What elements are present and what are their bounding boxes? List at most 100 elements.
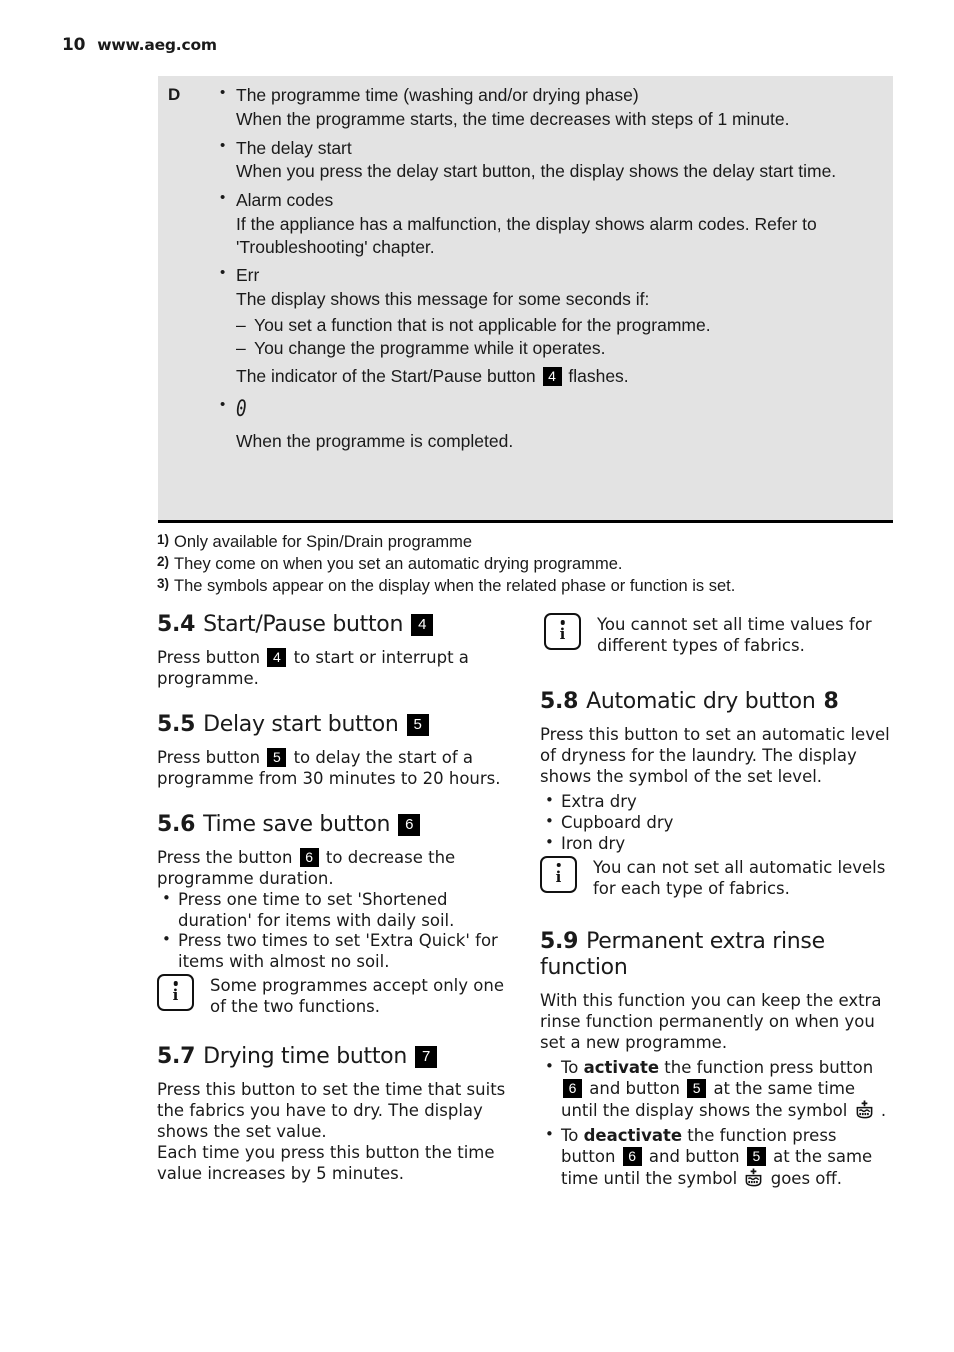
footnote-marker: 1) bbox=[157, 532, 170, 547]
list-item: Press one time to set 'Shortened duratio… bbox=[157, 889, 512, 932]
footnote-text: They come on when you set an automatic d… bbox=[174, 555, 623, 574]
section-5-9: 5.9 Permanent extra rinse function With t… bbox=[540, 929, 895, 1189]
section-body: With this function you can keep the extr… bbox=[540, 991, 882, 1053]
t5: goes off. bbox=[765, 1169, 842, 1189]
page-number: 10 bbox=[62, 35, 86, 55]
section-title: Delay start button bbox=[203, 711, 399, 737]
section-5-8: 5.8 Automatic dry button 8 Press this butt… bbox=[540, 689, 895, 900]
section-button-number: 8 bbox=[823, 688, 839, 714]
start-pause-indicator-line: The indicator of the Start/Pause button … bbox=[216, 365, 875, 388]
t2: the function press button bbox=[659, 1058, 874, 1078]
list-item-dash: You set a function that is not applicabl… bbox=[216, 314, 875, 337]
t5: . bbox=[875, 1101, 887, 1121]
section-number: 5.4 bbox=[157, 612, 196, 637]
body-before: Press the button bbox=[157, 847, 298, 867]
info-note-text: Some programmes accept only one of the t… bbox=[210, 976, 504, 1017]
footnote-text: Only available for Spin/Drain programme bbox=[174, 533, 473, 551]
footnote-text: The symbols appear on the display when t… bbox=[174, 577, 736, 596]
list-item: Cupboard dry bbox=[540, 812, 895, 834]
section-number: 5.7 bbox=[157, 1044, 196, 1070]
section-title: Time save button bbox=[203, 811, 391, 837]
t3: and button bbox=[643, 1147, 745, 1167]
info-icon-stem: i bbox=[172, 986, 179, 1005]
legend-row-letter: D bbox=[168, 85, 181, 104]
section-5-4: 5.4 Start/Pause button 4 Press button 4 to… bbox=[157, 612, 512, 690]
section-title: Drying time button bbox=[203, 1044, 407, 1070]
t1: To bbox=[561, 1126, 584, 1146]
list-item-activate: To activate the function press button 6 … bbox=[540, 1057, 895, 1122]
legend-item-list: The programme time (washing and/or dryin… bbox=[216, 83, 875, 455]
list-item: The delay start bbox=[216, 136, 875, 160]
list-item: Iron dry bbox=[540, 833, 895, 855]
list-item: Extra dry bbox=[540, 791, 895, 813]
heading-5-5: 5.5 Delay start button 5 bbox=[157, 712, 512, 738]
body-before: Press button bbox=[157, 747, 266, 767]
section-body: Press this button to set an automatic le… bbox=[540, 724, 890, 786]
display-legend-box: D The programme time (washing and/or dry… bbox=[158, 76, 893, 523]
info-icon: i bbox=[540, 855, 577, 893]
section-number: 5.5 bbox=[157, 711, 196, 737]
section-number: 5.8 bbox=[540, 688, 579, 714]
list-item-lcd-zero: 0 bbox=[216, 395, 875, 425]
page-header: 10 www.aeg.com bbox=[62, 35, 217, 55]
list-item-continuation: When you press the delay start button, t… bbox=[236, 161, 837, 182]
section-5-6: 5.6 Time save button 6 Press the button 6 … bbox=[157, 812, 512, 1019]
section-body: Press the button 6 to decrease the progr… bbox=[157, 847, 512, 890]
text-before-badge: The indicator of the Start/Pause button bbox=[236, 366, 541, 387]
button-badge-6: 6 bbox=[563, 1079, 582, 1099]
footnote-2: 2) They come on when you set an automati… bbox=[157, 553, 897, 575]
section-title-line2: function bbox=[540, 955, 628, 981]
list-item: Alarm codes bbox=[216, 188, 875, 212]
section-bullets: To activate the function press button 6 … bbox=[540, 1057, 895, 1190]
extra-rinse-symbol-icon bbox=[856, 1100, 872, 1119]
info-note-top: i You cannot set all time values for dif… bbox=[544, 612, 895, 657]
text-after-badge: flashes. bbox=[563, 366, 629, 387]
section-body: Press this button to set the time that s… bbox=[157, 1080, 506, 1142]
info-icon-stem: i bbox=[559, 625, 566, 643]
button-badge-4: 4 bbox=[267, 647, 287, 667]
info-note-text: You cannot set all time values for diffe… bbox=[597, 615, 872, 655]
heading-5-9: 5.9 Permanent extra rinse function bbox=[540, 929, 895, 981]
section-body: Press button 5 to delay the start of a p… bbox=[157, 747, 512, 790]
footnote-marker: 3) bbox=[157, 576, 170, 592]
section-title-line1: Permanent extra rinse bbox=[586, 929, 825, 955]
emphasis-activate: activate bbox=[583, 1058, 660, 1078]
t1: To bbox=[561, 1058, 584, 1078]
emphasis-deactivate: deactivate bbox=[583, 1126, 683, 1146]
extra-rinse-symbol-icon bbox=[746, 1168, 762, 1187]
info-icon: i bbox=[157, 974, 194, 1012]
heading-5-6: 5.6 Time save button 6 bbox=[157, 812, 512, 838]
list-item: The programme time (washing and/or dryin… bbox=[216, 83, 875, 107]
section-title: Start/Pause button bbox=[203, 612, 404, 637]
info-icon-stem: i bbox=[555, 867, 562, 886]
list-item-continuation: If the appliance has a malfunction, the … bbox=[236, 213, 817, 257]
heading-5-7: 5.7 Drying time button 7 bbox=[157, 1044, 512, 1070]
t3: and button bbox=[584, 1079, 686, 1099]
button-badge-7: 7 bbox=[414, 1046, 437, 1069]
footnote-marker: 2) bbox=[157, 554, 170, 570]
section-body: Press button 4 to start or interrupt a p… bbox=[157, 647, 512, 690]
list-item-dash: You change the programme while it operat… bbox=[216, 337, 875, 360]
button-badge-6: 6 bbox=[622, 1147, 642, 1167]
body-before: Press button bbox=[157, 647, 266, 667]
left-column: 5.4 Start/Pause button 4 Press button 4 to… bbox=[157, 612, 512, 1185]
heading-5-4: 5.4 Start/Pause button 4 bbox=[157, 612, 512, 638]
button-badge-6: 6 bbox=[299, 847, 319, 867]
info-note: i Some programmes accept only one of the… bbox=[157, 973, 512, 1018]
list-item-continuation: When the programme is completed. bbox=[236, 430, 514, 451]
button-badge-5: 5 bbox=[746, 1147, 766, 1167]
footnotes: 1) Only available for Spin/Drain program… bbox=[157, 531, 897, 597]
button-badge-5: 5 bbox=[687, 1079, 707, 1099]
section-bullets: Press one time to set 'Shortened duratio… bbox=[157, 889, 512, 974]
section-number: 5.9 bbox=[540, 929, 579, 955]
footnote-3: 3) The symbols appear on the display whe… bbox=[157, 575, 897, 597]
list-item: Err bbox=[216, 263, 875, 287]
site-url: www.aeg.com bbox=[97, 36, 217, 54]
info-icon-dot bbox=[173, 981, 178, 986]
list-item-continuation: When the programme starts, the time decr… bbox=[236, 108, 790, 129]
section-5-5: 5.5 Delay start button 5 Press button 5 to… bbox=[157, 712, 512, 790]
info-note: i You can not set all automatic levels f… bbox=[540, 855, 895, 900]
section-5-7: 5.7 Drying time button 7 Press this button… bbox=[157, 1044, 512, 1185]
heading-5-8: 5.8 Automatic dry button 8 bbox=[540, 689, 895, 715]
section-title: Automatic dry button bbox=[586, 688, 816, 714]
